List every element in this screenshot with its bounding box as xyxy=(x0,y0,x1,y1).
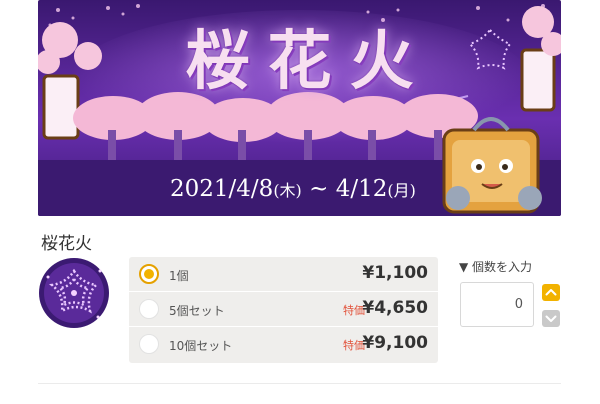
option-row-3[interactable]: 10個セット 特価 ¥9,100 xyxy=(129,327,438,363)
banner-date-end-day: (月) xyxy=(387,181,416,200)
option-radio-2[interactable] xyxy=(139,299,159,319)
quantity-decrement-button[interactable] xyxy=(542,310,560,327)
product-name: 桜花火 xyxy=(41,234,92,254)
option-list: 1個 ¥1,100 5個セット 特価 ¥4,650 10個セット 特価 ¥9,1… xyxy=(129,257,438,363)
event-banner: 桜花火 2021/4/8(木) ~ 4/12(月) xyxy=(38,0,561,216)
chevron-up-icon xyxy=(545,289,557,296)
option-label: 10個セット xyxy=(169,339,233,353)
banner-title: 桜花火 xyxy=(185,24,432,99)
option-row-2[interactable]: 5個セット 特価 ¥4,650 xyxy=(129,292,438,327)
section-divider xyxy=(38,383,561,384)
chevron-down-icon xyxy=(545,315,557,322)
option-price: ¥4,650 xyxy=(362,298,428,318)
option-radio-1[interactable] xyxy=(139,264,159,284)
banner-date-separator: ~ xyxy=(301,176,336,202)
option-row-1[interactable]: 1個 ¥1,100 xyxy=(129,257,438,292)
banner-date-start-day: (木) xyxy=(273,181,302,200)
option-price: ¥1,100 xyxy=(362,263,428,283)
banner-date-start: 2021/4/8 xyxy=(170,176,274,202)
option-price: ¥9,100 xyxy=(362,333,428,353)
banner-date-end: 4/12 xyxy=(335,176,388,202)
quantity-increment-button[interactable] xyxy=(542,284,560,301)
option-label: 5個セット xyxy=(169,304,225,318)
option-label: 1個 xyxy=(169,269,189,283)
quantity-label: ▼ 個数を入力 xyxy=(459,260,533,274)
option-radio-3[interactable] xyxy=(139,334,159,354)
sakura-firework-icon xyxy=(38,257,110,329)
banner-date: 2021/4/8(木) ~ 4/12(月) xyxy=(170,176,416,202)
quantity-input[interactable] xyxy=(460,282,534,327)
